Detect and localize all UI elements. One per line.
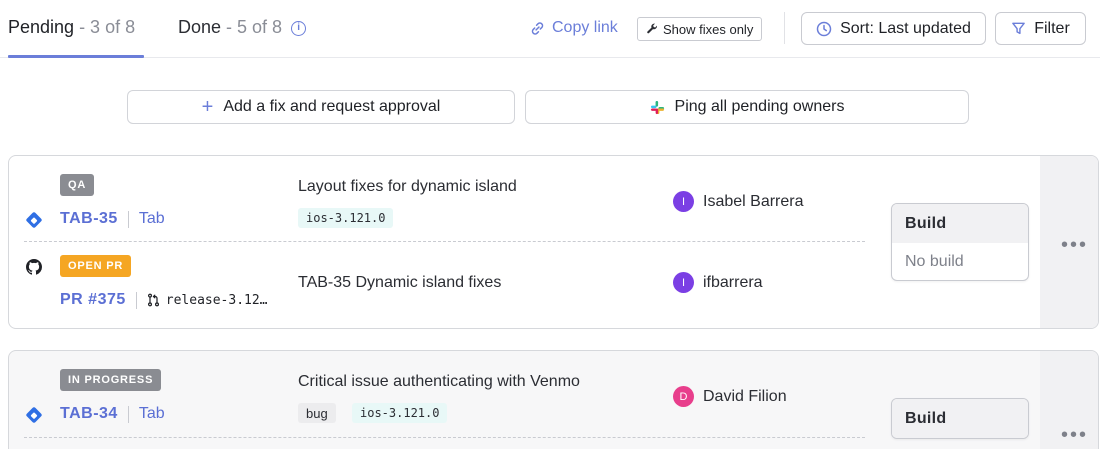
avatar: I [673,191,694,212]
pr-author: I ifbarrera [673,272,763,293]
link-icon [531,21,544,35]
copy-link-button[interactable]: Copy link [530,19,618,37]
ping-all-owners-button[interactable]: Ping all pending owners [525,90,969,124]
status-badge: QA [60,174,95,196]
pr-title[interactable]: TAB-35 Dynamic island fixes [298,274,501,292]
more-options-icon[interactable]: ••• [1061,234,1088,257]
add-fix-button[interactable]: + Add a fix and request approval [127,90,515,124]
jira-icon [25,211,43,229]
build-status[interactable]: Build No build [891,203,1029,281]
issue-key-link[interactable]: TAB-34 [60,405,118,423]
pr-link[interactable]: PR #375 [60,291,126,309]
version-tag: ios-3.121.0 [352,403,448,423]
version-tag: ios-3.121.0 [298,208,394,228]
assignee-name: David Filion [703,387,787,405]
status-badge: IN PROGRESS [60,369,162,391]
slack-icon [650,100,664,114]
toolbar-divider [784,12,785,44]
tab-done-count: - 5 of 8 [221,17,283,37]
branch-name: release-3.12… [165,292,268,308]
project-link[interactable]: Tab [139,210,165,228]
wrench-icon [647,23,657,34]
tab-pending[interactable]: Pending - 3 of 8 [8,17,135,38]
separator [135,291,137,309]
issue-key-link[interactable]: TAB-35 [60,210,118,228]
filter-label: Filter [1034,19,1070,37]
pr-id-line: PR #375 release-3.12… [60,291,268,309]
avatar: I [673,272,694,293]
plus-icon: + [201,96,214,118]
more-options-icon[interactable]: ••• [1061,424,1088,447]
avatar: D [673,386,694,407]
filter-icon [1012,22,1026,35]
card-menu-area: ••• [1040,351,1098,449]
issue-id-line: TAB-35 Tab [60,210,165,228]
pr-status-badge: OPEN PR [60,255,132,277]
ping-all-owners-label: Ping all pending owners [674,98,845,115]
tab-pending-count: - 3 of 8 [74,17,136,37]
fix-card: QA TAB-35 Tab Layout fixes for dynamic i… [8,155,1099,329]
project-link[interactable]: Tab [139,405,165,423]
filter-button[interactable]: Filter [995,12,1086,45]
show-fixes-only-toggle[interactable]: Show fixes only [637,17,763,41]
tab-pending-label: Pending [8,17,75,37]
sort-button[interactable]: Sort: Last updated [801,12,986,45]
issue-title[interactable]: Layout fixes for dynamic island [298,178,517,196]
tab-done-label: Done [178,17,222,37]
separator [127,405,129,423]
assignee: I Isabel Barrera [673,191,804,212]
sort-label: Sort: Last updated [840,19,971,37]
row-divider [24,437,865,438]
assignee: D David Filion [673,386,787,407]
active-tab-indicator [8,55,144,58]
fix-card: IN PROGRESS TAB-34 Tab Critical issue au… [8,350,1099,449]
jira-icon [25,406,43,424]
issue-title[interactable]: Critical issue authenticating with Venmo [298,373,580,391]
build-heading: Build [892,399,1028,438]
separator [127,210,129,228]
build-heading: Build [892,204,1028,243]
bug-tag: bug [298,403,336,423]
issue-id-line: TAB-34 Tab [60,405,165,423]
info-icon[interactable]: i [291,21,307,36]
branch-icon [147,293,159,307]
build-value: No build [905,252,964,270]
github-icon [26,259,42,275]
assignee-name: Isabel Barrera [703,192,804,210]
card-menu-area: ••• [1040,156,1098,328]
copy-link-label: Copy link [552,19,618,36]
author-name: ifbarrera [703,273,763,291]
show-fixes-only-label: Show fixes only [663,21,754,37]
tab-bar: Pending - 3 of 8 Done - 5 of 8 i Copy li… [0,0,1100,58]
clock-icon [816,21,832,36]
branch: release-3.12… [147,293,268,308]
build-status[interactable]: Build [891,398,1029,439]
row-divider [24,241,865,242]
tab-done[interactable]: Done - 5 of 8 i [178,17,307,38]
add-fix-label: Add a fix and request approval [223,98,441,115]
